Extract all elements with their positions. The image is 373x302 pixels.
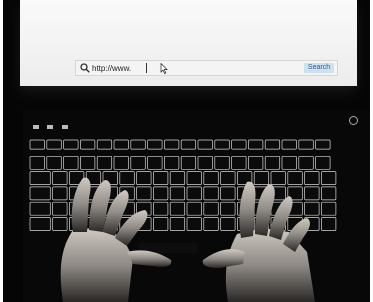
keyboard-key <box>321 201 337 216</box>
keyboard-key <box>113 139 129 150</box>
photo-frame: http://www. Search <box>3 0 370 302</box>
keyboard-key <box>29 186 51 201</box>
keyboard-key <box>180 139 197 150</box>
keyboard-key <box>231 139 247 150</box>
left-hand <box>60 177 172 302</box>
text-caret <box>146 63 147 73</box>
keyboard-key <box>29 201 51 216</box>
keyboard-key <box>315 139 331 150</box>
search-icon <box>80 63 90 73</box>
url-input-text[interactable]: http://www. <box>92 63 131 74</box>
keyboard-key <box>147 139 163 150</box>
keyboard-key <box>63 139 79 150</box>
keyboard-key <box>29 171 51 185</box>
laptop-deck <box>23 110 370 302</box>
keyboard-key <box>130 139 146 150</box>
typing-hands <box>60 177 315 302</box>
media-key <box>61 125 68 129</box>
keyboard-key <box>29 139 45 150</box>
media-key <box>33 125 39 129</box>
address-search-bar[interactable]: http://www. Search <box>75 60 338 76</box>
media-key <box>47 125 54 129</box>
keyboard-key <box>281 139 297 150</box>
media-keys <box>33 116 72 134</box>
keyboard-key <box>321 186 337 201</box>
search-button[interactable]: Search <box>304 63 334 73</box>
keyboard-key <box>46 139 62 150</box>
keyboard-key <box>29 217 51 231</box>
power-icon <box>349 116 358 125</box>
keyboard-key <box>96 139 113 150</box>
laptop-screen: http://www. Search <box>20 0 357 86</box>
mouse-cursor-icon <box>160 63 168 74</box>
keyboard-key <box>164 139 180 150</box>
keyboard-key <box>321 217 337 231</box>
right-hand <box>202 181 315 302</box>
keyboard-key <box>248 139 264 150</box>
keyboard-key <box>29 155 45 170</box>
keyboard-key <box>214 139 230 150</box>
keyboard-key <box>321 171 337 185</box>
keyboard-key <box>197 139 213 150</box>
keyboard-key <box>264 139 281 150</box>
keyboard-key <box>298 139 314 150</box>
keyboard-key <box>80 139 96 150</box>
